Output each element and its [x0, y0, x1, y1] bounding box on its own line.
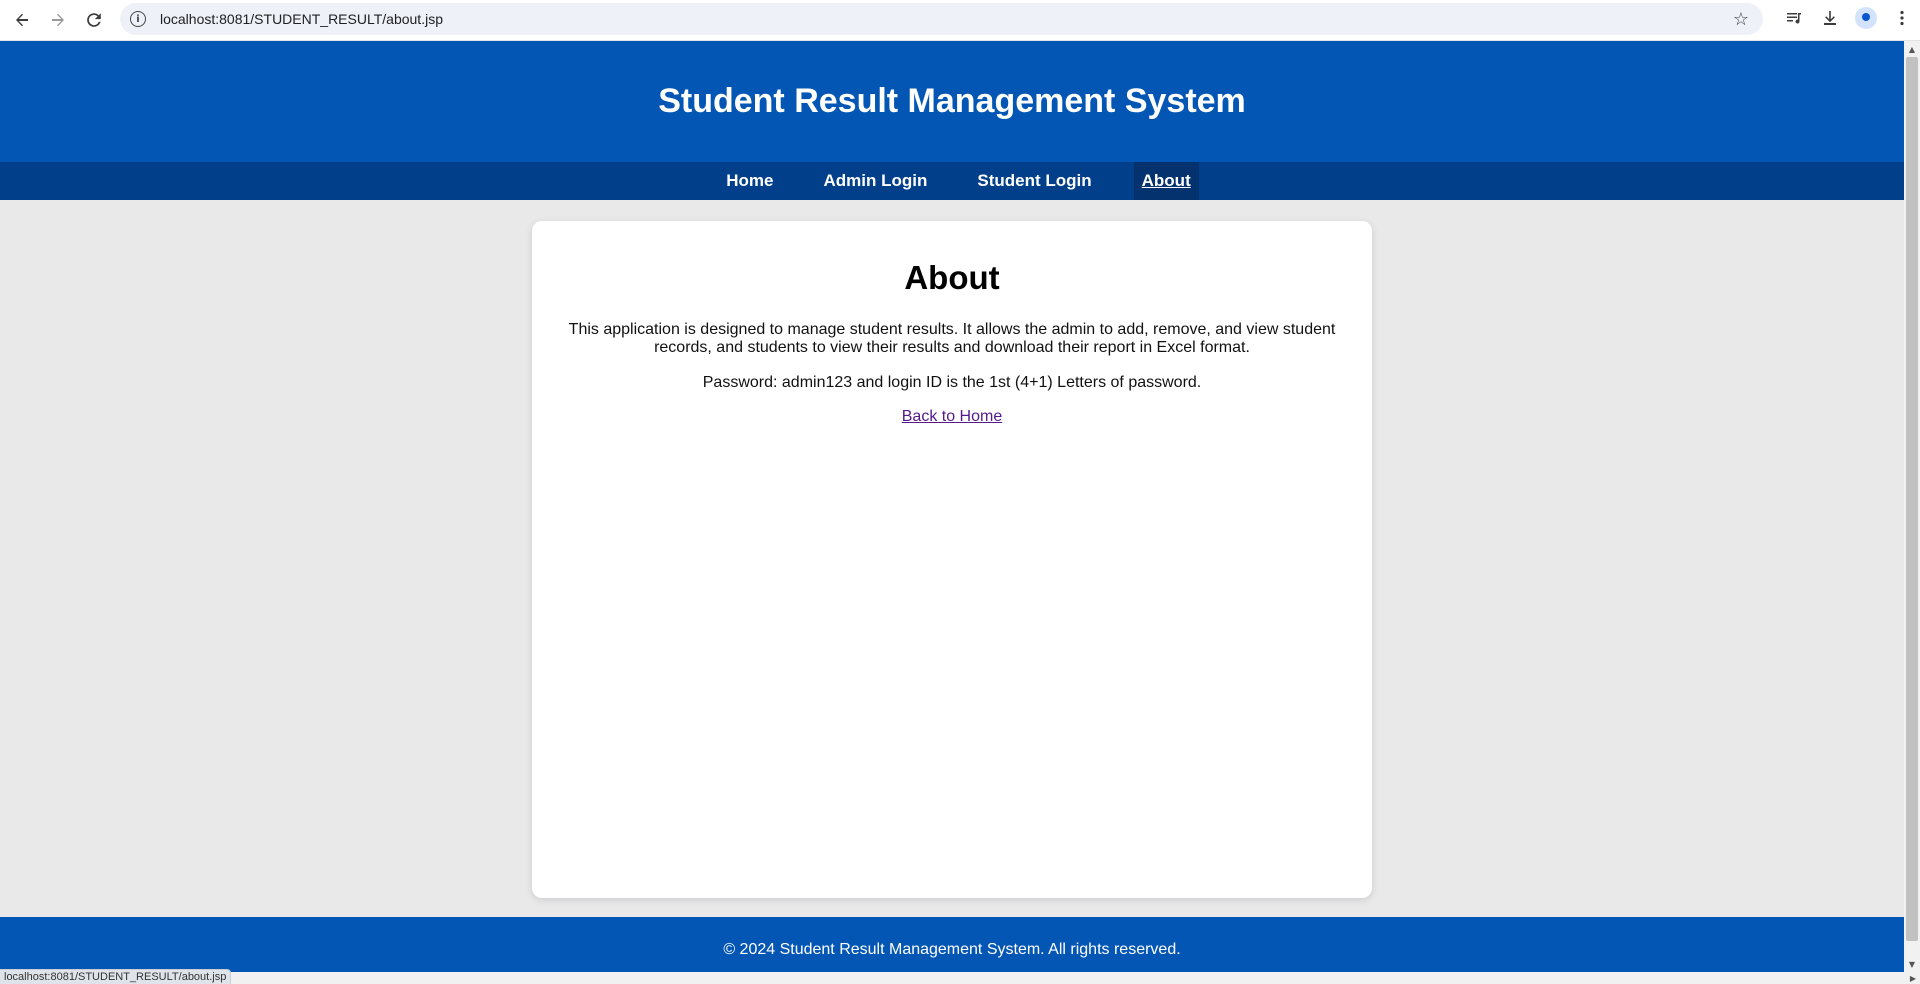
- forward-button[interactable]: [40, 2, 76, 38]
- info-icon[interactable]: i: [130, 11, 146, 27]
- link-status-tooltip: localhost:8081/STUDENT_RESULT/about.jsp: [0, 969, 232, 984]
- browser-right-tools: [1776, 0, 1920, 36]
- footer-text: © 2024 Student Result Management System.…: [723, 940, 1181, 958]
- page-viewport: Student Result Management System Home Ad…: [0, 41, 1904, 972]
- nav-student-login[interactable]: Student Login: [969, 162, 1099, 200]
- arrow-left-icon: [16, 13, 28, 27]
- scroll-up-icon[interactable]: ▲: [1904, 41, 1920, 57]
- about-description: This application is designed to manage s…: [568, 321, 1336, 356]
- page-title: About: [904, 259, 1000, 296]
- address-bar[interactable]: i localhost:8081/STUDENT_RESULT/about.js…: [120, 3, 1763, 35]
- site-footer: © 2024 Student Result Management System.…: [0, 917, 1904, 972]
- kebab-menu-icon[interactable]: [1884, 0, 1920, 36]
- about-card: About This application is designed to ma…: [532, 221, 1372, 898]
- download-icon[interactable]: [1812, 0, 1848, 36]
- vertical-scrollbar[interactable]: ▲ ▼: [1904, 41, 1920, 972]
- site-header: Student Result Management System: [0, 41, 1904, 162]
- password-note: Password: admin123 and login ID is the 1…: [702, 374, 1202, 391]
- reload-icon: [87, 13, 101, 27]
- scrollbar-thumb[interactable]: [1906, 57, 1918, 941]
- main-nav: Home Admin Login Student Login About: [0, 162, 1904, 200]
- nav-admin-login[interactable]: Admin Login: [816, 162, 936, 200]
- browser-toolbar: i localhost:8081/STUDENT_RESULT/about.js…: [0, 0, 1920, 41]
- star-icon[interactable]: ☆: [1733, 9, 1749, 30]
- url-text[interactable]: localhost:8081/STUDENT_RESULT/about.jsp: [160, 11, 443, 27]
- media-control-icon[interactable]: [1776, 0, 1812, 36]
- arrow-right-icon: [52, 13, 64, 27]
- reload-button[interactable]: [76, 2, 112, 38]
- back-to-home-link[interactable]: Back to Home: [902, 408, 1002, 426]
- nav-home[interactable]: Home: [718, 162, 781, 200]
- horizontal-scrollbar[interactable]: ▶: [0, 972, 1920, 984]
- back-button[interactable]: [4, 2, 40, 38]
- nav-about[interactable]: About: [1133, 162, 1199, 200]
- site-title: Student Result Management System: [658, 82, 1246, 120]
- profile-icon[interactable]: [1848, 0, 1884, 36]
- scroll-right-icon[interactable]: ▶: [1906, 972, 1920, 984]
- scroll-down-icon[interactable]: ▼: [1904, 956, 1920, 972]
